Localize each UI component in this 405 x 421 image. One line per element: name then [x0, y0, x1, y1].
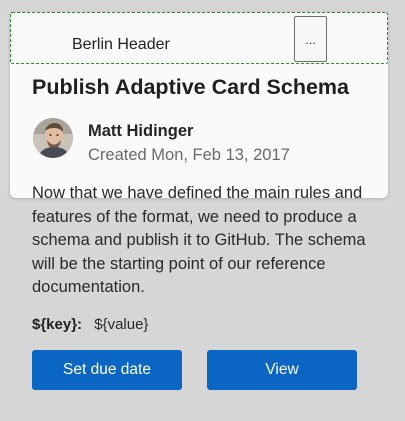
card-title: Publish Adaptive Card Schema — [32, 75, 350, 99]
person-avatar-icon — [33, 118, 73, 158]
card-body-text: Now that we have defined the main rules … — [32, 184, 366, 296]
set-due-date-button[interactable]: Set due date — [32, 350, 182, 390]
ellipsis-icon: ... — [305, 31, 316, 47]
avatar — [33, 118, 73, 158]
fact-key: ${key}: — [32, 316, 83, 333]
header-region — [10, 12, 388, 64]
more-options-button[interactable]: ... — [294, 16, 327, 62]
view-button[interactable]: View — [207, 350, 357, 390]
header-title: Berlin Header — [72, 36, 170, 53]
adaptive-card-preview: Berlin Header ... Publish Adaptive Card … — [0, 0, 405, 421]
fact-row: ${key}: ${value} — [32, 316, 148, 333]
created-date: Created Mon, Feb 13, 2017 — [88, 146, 290, 164]
author-name: Matt Hidinger — [88, 122, 194, 140]
fact-value: ${value} — [94, 316, 149, 333]
